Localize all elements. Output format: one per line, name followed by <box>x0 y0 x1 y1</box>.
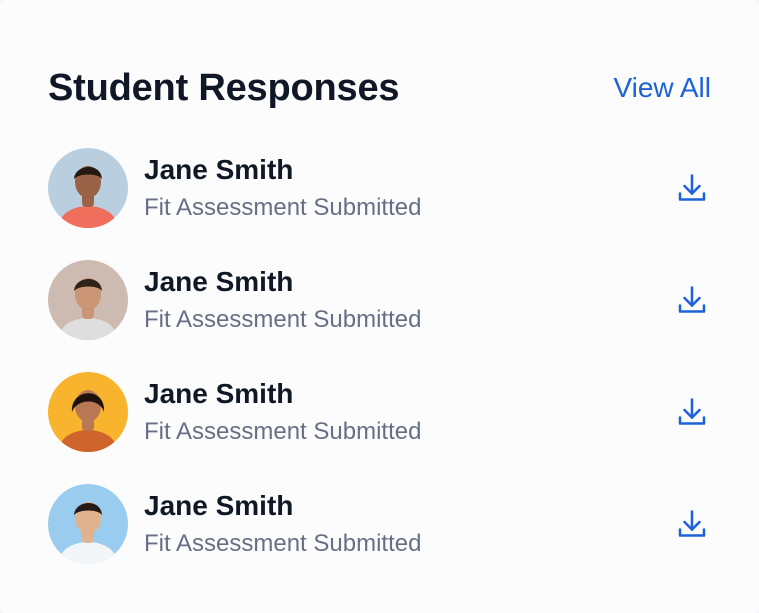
card-header: Student Responses View All <box>48 60 711 116</box>
student-name: Jane Smith <box>144 154 294 185</box>
response-row[interactable]: Jane Smith Fit Assessment Submitted <box>48 484 711 596</box>
avatar[interactable] <box>48 372 128 452</box>
download-button[interactable] <box>673 506 711 544</box>
response-text: Jane Smith Fit Assessment Submitted <box>144 484 421 559</box>
response-row[interactable]: Jane Smith Fit Assessment Submitted <box>48 372 711 484</box>
download-button[interactable] <box>673 282 711 320</box>
download-button[interactable] <box>673 394 711 432</box>
student-responses-card: Student Responses View All Jane Smith Fi… <box>0 0 759 613</box>
response-status: Fit Assessment Submitted <box>144 530 422 557</box>
student-name: Jane Smith <box>144 266 294 297</box>
response-text: Jane Smith Fit Assessment Submitted <box>144 148 421 223</box>
response-status: Fit Assessment Submitted <box>144 194 422 221</box>
response-text: Jane Smith Fit Assessment Submitted <box>144 260 421 335</box>
response-status: Fit Assessment Submitted <box>144 418 422 445</box>
avatar[interactable] <box>48 148 128 228</box>
avatar[interactable] <box>48 260 128 340</box>
responses-list: Jane Smith Fit Assessment Submitted Jane… <box>48 148 711 596</box>
download-icon <box>678 286 706 313</box>
response-row[interactable]: Jane Smith Fit Assessment Submitted <box>48 260 711 372</box>
student-name: Jane Smith <box>144 490 294 521</box>
download-icon <box>678 510 706 537</box>
download-icon <box>678 174 706 201</box>
download-button[interactable] <box>673 170 711 208</box>
student-name: Jane Smith <box>144 378 294 409</box>
response-row[interactable]: Jane Smith Fit Assessment Submitted <box>48 148 711 260</box>
download-icon <box>678 398 706 425</box>
card-title: Student Responses <box>48 66 400 109</box>
response-status: Fit Assessment Submitted <box>144 306 422 333</box>
view-all-link[interactable]: View All <box>613 72 711 104</box>
response-text: Jane Smith Fit Assessment Submitted <box>144 372 421 447</box>
avatar[interactable] <box>48 484 128 564</box>
